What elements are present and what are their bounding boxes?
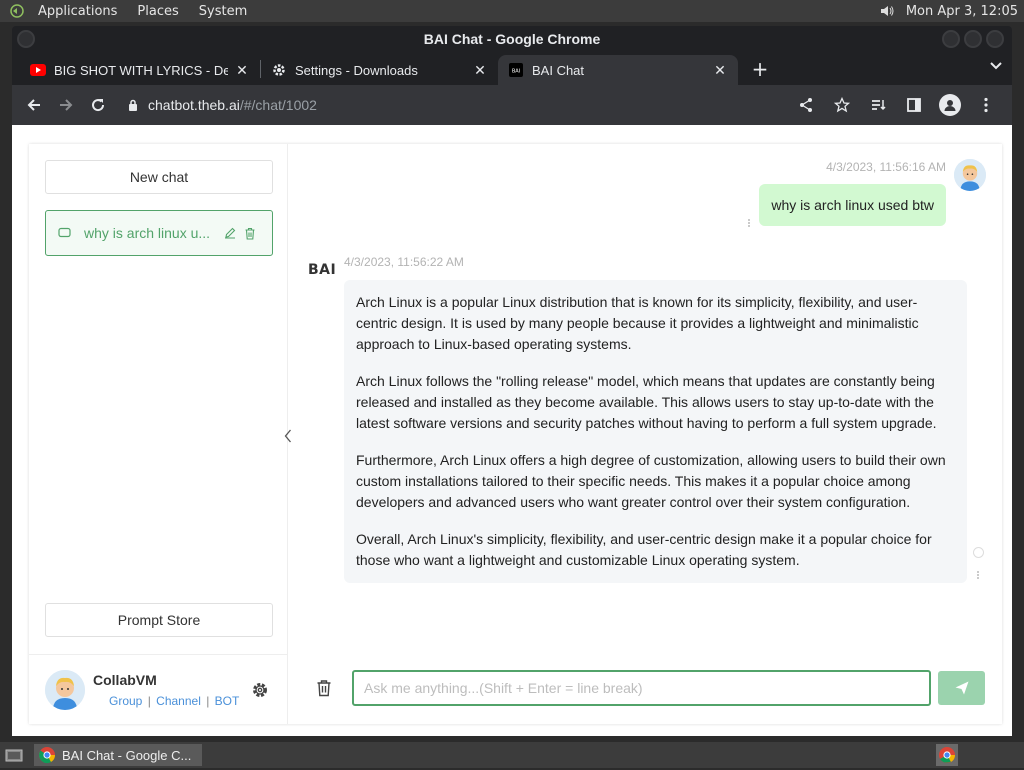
user-message-bubble: why is arch linux used btw [759, 184, 946, 226]
bot-paragraph: Overall, Arch Linux's simplicity, flexib… [356, 531, 932, 568]
chrome-menu-icon[interactable] [972, 91, 1000, 119]
bot-link[interactable]: BOT [215, 694, 240, 708]
taskbar-window-chrome[interactable]: BAI Chat - Google C... [34, 744, 202, 766]
tab-title: BIG SHOT WITH LYRICS - De [54, 62, 228, 78]
maximize-button[interactable] [964, 30, 982, 48]
chat-history-label: why is arch linux u... [84, 225, 211, 241]
chrome-tray-icon[interactable] [936, 744, 958, 766]
chat-bubble-icon [58, 227, 72, 239]
close-window-button[interactable] [986, 30, 1004, 48]
svg-text:BAI: BAI [512, 69, 520, 75]
avatar[interactable] [45, 669, 85, 710]
volume-icon[interactable] [876, 0, 898, 22]
bot-paragraph: Furthermore, Arch Linux offers a high de… [356, 452, 946, 510]
window-title: BAI Chat - Google Chrome [423, 31, 601, 47]
forward-icon[interactable] [52, 91, 80, 119]
group-link[interactable]: Group [109, 694, 142, 708]
tab-settings[interactable]: Settings - Downloads ✕ [261, 55, 498, 85]
youtube-icon [30, 62, 46, 78]
delete-icon[interactable] [240, 227, 260, 240]
close-tab-icon[interactable]: ✕ [234, 62, 250, 78]
lock-icon[interactable] [124, 99, 142, 111]
close-tab-icon[interactable]: ✕ [472, 62, 488, 78]
profile-icon[interactable] [936, 91, 964, 119]
share-icon[interactable] [792, 91, 820, 119]
user-name: CollabVM [93, 671, 157, 688]
settings-gear-icon[interactable] [248, 678, 272, 702]
close-tab-icon[interactable]: ✕ [712, 62, 728, 78]
clear-chat-trash-icon[interactable] [314, 677, 334, 699]
window-menu-button[interactable] [17, 30, 35, 48]
bot-message-bubble: Arch Linux is a popular Linux distributi… [344, 280, 967, 583]
distro-logo-icon[interactable] [6, 0, 28, 22]
chat-history-item[interactable]: why is arch linux u... [45, 210, 273, 256]
user-links: Group | Channel | BOT [109, 693, 240, 708]
address-bar[interactable]: chatbot.theb.ai /#/chat/1002 [124, 90, 784, 120]
bot-message-time: 4/3/2023, 11:56:22 AM [344, 255, 464, 269]
minimize-button[interactable] [942, 30, 960, 48]
reading-list-icon[interactable] [864, 91, 892, 119]
gear-icon [271, 62, 287, 78]
bai-icon: BAI [508, 62, 524, 78]
places-menu[interactable]: Places [133, 4, 182, 19]
user-message-avatar [954, 159, 986, 191]
browser-toolbar: chatbot.theb.ai /#/chat/1002 [12, 85, 1012, 125]
chat-input[interactable] [352, 670, 931, 706]
tab-bai-chat[interactable]: BAI BAI Chat ✕ [498, 55, 738, 85]
conversation-area: 4/3/2023, 11:56:16 AM why is arch linux … [288, 144, 1002, 724]
user-message-time: 4/3/2023, 11:56:16 AM [826, 160, 946, 174]
tab-title: BAI Chat [532, 62, 585, 78]
taskbar-window-title: BAI Chat - Google C... [62, 747, 192, 763]
new-chat-button[interactable]: New chat [45, 160, 273, 194]
copy-status-icon[interactable] [973, 547, 984, 558]
prompt-store-button[interactable]: Prompt Store [45, 603, 273, 637]
sidebar: New chat why is arch linux u... Prompt S… [29, 144, 291, 724]
edit-icon[interactable] [220, 227, 240, 239]
side-panel-icon[interactable] [900, 91, 928, 119]
applications-menu[interactable]: Applications [34, 4, 121, 19]
user-panel: CollabVM Group | Channel | BOT [29, 654, 288, 724]
send-icon [955, 681, 968, 695]
send-button[interactable] [938, 671, 985, 705]
system-menu[interactable]: System [195, 4, 251, 19]
url-path: /#/chat/1002 [239, 97, 317, 113]
chrome-icon [38, 746, 56, 764]
bot-paragraph: Arch Linux is a popular Linux distributi… [356, 294, 919, 352]
bai-logo: BAI [308, 262, 337, 278]
input-row [288, 654, 1002, 724]
chrome-window: BAI Chat - Google Chrome BIG SHOT WITH L… [12, 26, 1012, 736]
web-page: New chat why is arch linux u... Prompt S… [12, 125, 1012, 736]
top-panel: Applications Places System Mon Apr 3, 12… [0, 0, 1024, 22]
clock[interactable]: Mon Apr 3, 12:05 [906, 4, 1018, 19]
back-icon[interactable] [20, 91, 48, 119]
tab-youtube[interactable]: BIG SHOT WITH LYRICS - De ✕ [20, 55, 260, 85]
url-host: chatbot.theb.ai [148, 97, 240, 113]
taskbar: BAI Chat - Google C... [0, 742, 1024, 768]
chat-app: New chat why is arch linux u... Prompt S… [29, 144, 1002, 724]
channel-link[interactable]: Channel [156, 694, 201, 708]
tab-search-chevron-icon[interactable] [990, 59, 1002, 74]
user-message-more-icon[interactable] [745, 219, 753, 227]
bot-message-more-icon[interactable] [974, 571, 982, 579]
tab-title: Settings - Downloads [295, 62, 418, 78]
show-desktop-icon[interactable] [2, 744, 26, 766]
new-tab-icon[interactable]: + [746, 55, 774, 83]
tab-strip: BIG SHOT WITH LYRICS - De ✕ Settings - D… [12, 52, 1012, 85]
window-titlebar: BAI Chat - Google Chrome [12, 26, 1012, 52]
bookmark-star-icon[interactable] [828, 91, 856, 119]
user-info: CollabVM Group | Channel | BOT [93, 672, 248, 708]
bot-paragraph: Arch Linux follows the "rolling release"… [356, 373, 937, 431]
reload-icon[interactable] [84, 91, 112, 119]
